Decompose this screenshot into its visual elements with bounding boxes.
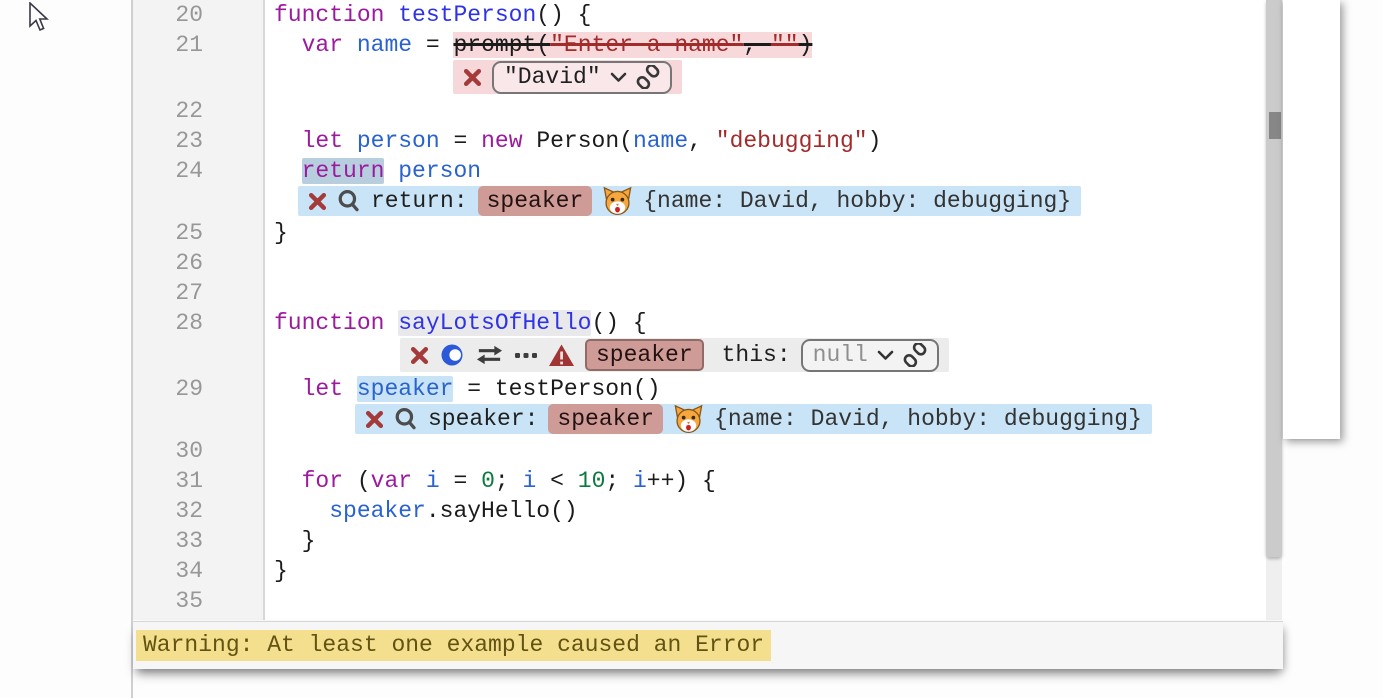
value-text: "David" <box>504 64 601 90</box>
magnifier-icon[interactable] <box>394 406 418 432</box>
code-text: function testPerson() { <box>263 0 591 30</box>
chevron-down-icon[interactable] <box>877 350 894 361</box>
code-text: } <box>263 218 288 248</box>
example-chip[interactable]: speaker <box>478 186 593 216</box>
close-icon[interactable] <box>410 346 429 365</box>
code-line: 24 return person <box>133 156 1266 186</box>
line-number: 20 <box>133 0 263 30</box>
close-icon[interactable] <box>308 192 327 211</box>
code-text: var name = prompt("Enter a name", "") <box>263 30 812 60</box>
code-text: return person <box>263 156 481 186</box>
probe-bar: "David" <box>453 60 682 94</box>
code-text: speaker.sayHello() <box>263 496 578 526</box>
scrollbar-thumb[interactable] <box>1269 112 1281 139</box>
link-icon[interactable] <box>636 65 660 89</box>
code-line: 25} <box>133 218 1266 248</box>
line-number: 24 <box>133 156 263 186</box>
probe-bar: speaker: speaker {name: David, hobby: debu… <box>355 404 1152 434</box>
code-line: 34} <box>133 556 1266 586</box>
code-line: 30 <box>133 436 1266 466</box>
line-number: 30 <box>133 436 263 466</box>
code-line: 26 <box>133 248 1266 278</box>
code-line: 23 let person = new Person(name, "debugg… <box>133 126 1266 156</box>
code-line: 21 var name = prompt("Enter a name", "") <box>133 30 1266 60</box>
value-dropdown[interactable]: "David" <box>492 61 672 94</box>
chevron-down-icon[interactable] <box>610 72 627 83</box>
code-line: 20function testPerson() { <box>133 0 1266 30</box>
value-text: null <box>813 342 868 368</box>
screenshot-root: 20function testPerson() {21 var name = p… <box>0 0 1383 698</box>
probe-row: return: speaker {name: David, hobby: debug… <box>133 186 1266 218</box>
code-line: 22 <box>133 96 1266 126</box>
code-rows: 20function testPerson() {21 var name = p… <box>133 0 1266 616</box>
code-text: let speaker = testPerson() <box>263 374 661 404</box>
code-text: function sayLotsOfHello() { <box>263 308 647 338</box>
mouse-cursor <box>28 2 52 32</box>
line-number: 22 <box>133 96 263 126</box>
close-icon[interactable] <box>365 410 384 429</box>
code-line: 28function sayLotsOfHello() { <box>133 308 1266 338</box>
probe-bar: return: speaker {name: David, hobby: debug… <box>298 186 1081 216</box>
code-line: 29 let speaker = testPerson() <box>133 374 1266 404</box>
line-number: 29 <box>133 374 263 404</box>
line-number: 34 <box>133 556 263 586</box>
status-bar: Warning: At least one example caused an … <box>133 621 1283 669</box>
cat-emoji-icon <box>602 186 633 216</box>
line-number: 31 <box>133 466 263 496</box>
line-number: 23 <box>133 126 263 156</box>
probe-row: "David" <box>133 60 1266 96</box>
probe-label: speaker: <box>428 406 538 432</box>
magnifier-icon[interactable] <box>337 188 361 214</box>
line-number: 35 <box>133 586 263 616</box>
probe-row: speaker this: null <box>133 338 1266 374</box>
probe-row: speaker: speaker {name: David, hobby: debu… <box>133 404 1266 436</box>
cat-emoji-icon <box>673 404 704 434</box>
code-text: let person = new Person(name, "debugging… <box>263 126 881 156</box>
code-editor[interactable]: 20function testPerson() {21 var name = p… <box>133 0 1266 620</box>
side-panel <box>1283 0 1340 439</box>
line-number: 33 <box>133 526 263 556</box>
probe-value: {name: David, hobby: debugging} <box>714 406 1142 432</box>
code-text: for (var i = 0; i < 10; i++) { <box>263 466 716 496</box>
code-line: 27 <box>133 278 1266 308</box>
link-icon[interactable] <box>903 343 927 367</box>
probe-label: return: <box>371 188 468 214</box>
warning-icon[interactable] <box>548 343 575 368</box>
value-dropdown[interactable]: null <box>801 339 939 372</box>
line-number: 21 <box>133 30 263 60</box>
toggle-icon[interactable] <box>439 342 465 368</box>
gutter-divider <box>263 0 265 620</box>
close-icon[interactable] <box>463 68 482 87</box>
code-line: 33 } <box>133 526 1266 556</box>
swap-arrows-icon[interactable] <box>475 343 504 367</box>
code-line: 35 <box>133 586 1266 616</box>
probe-label: this: <box>722 342 791 368</box>
line-number: 25 <box>133 218 263 248</box>
probe-value: {name: David, hobby: debugging} <box>643 188 1071 214</box>
probe-bar: speaker this: null <box>400 338 949 372</box>
code-text: } <box>263 526 315 556</box>
line-number: 27 <box>133 278 263 308</box>
code-line: 31 for (var i = 0; i < 10; i++) { <box>133 466 1266 496</box>
example-chip[interactable]: speaker <box>585 339 704 371</box>
line-number: 32 <box>133 496 263 526</box>
code-text: } <box>263 556 288 586</box>
warning-message: Warning: At least one example caused an … <box>136 630 771 661</box>
line-number: 26 <box>133 248 263 278</box>
ellipsis-icon[interactable] <box>514 343 538 367</box>
vertical-scrollbar[interactable] <box>1266 0 1282 620</box>
line-number: 28 <box>133 308 263 338</box>
example-chip[interactable]: speaker <box>548 404 663 434</box>
scrollbar-track-upper[interactable] <box>1266 0 1282 557</box>
code-line: 32 speaker.sayHello() <box>133 496 1266 526</box>
